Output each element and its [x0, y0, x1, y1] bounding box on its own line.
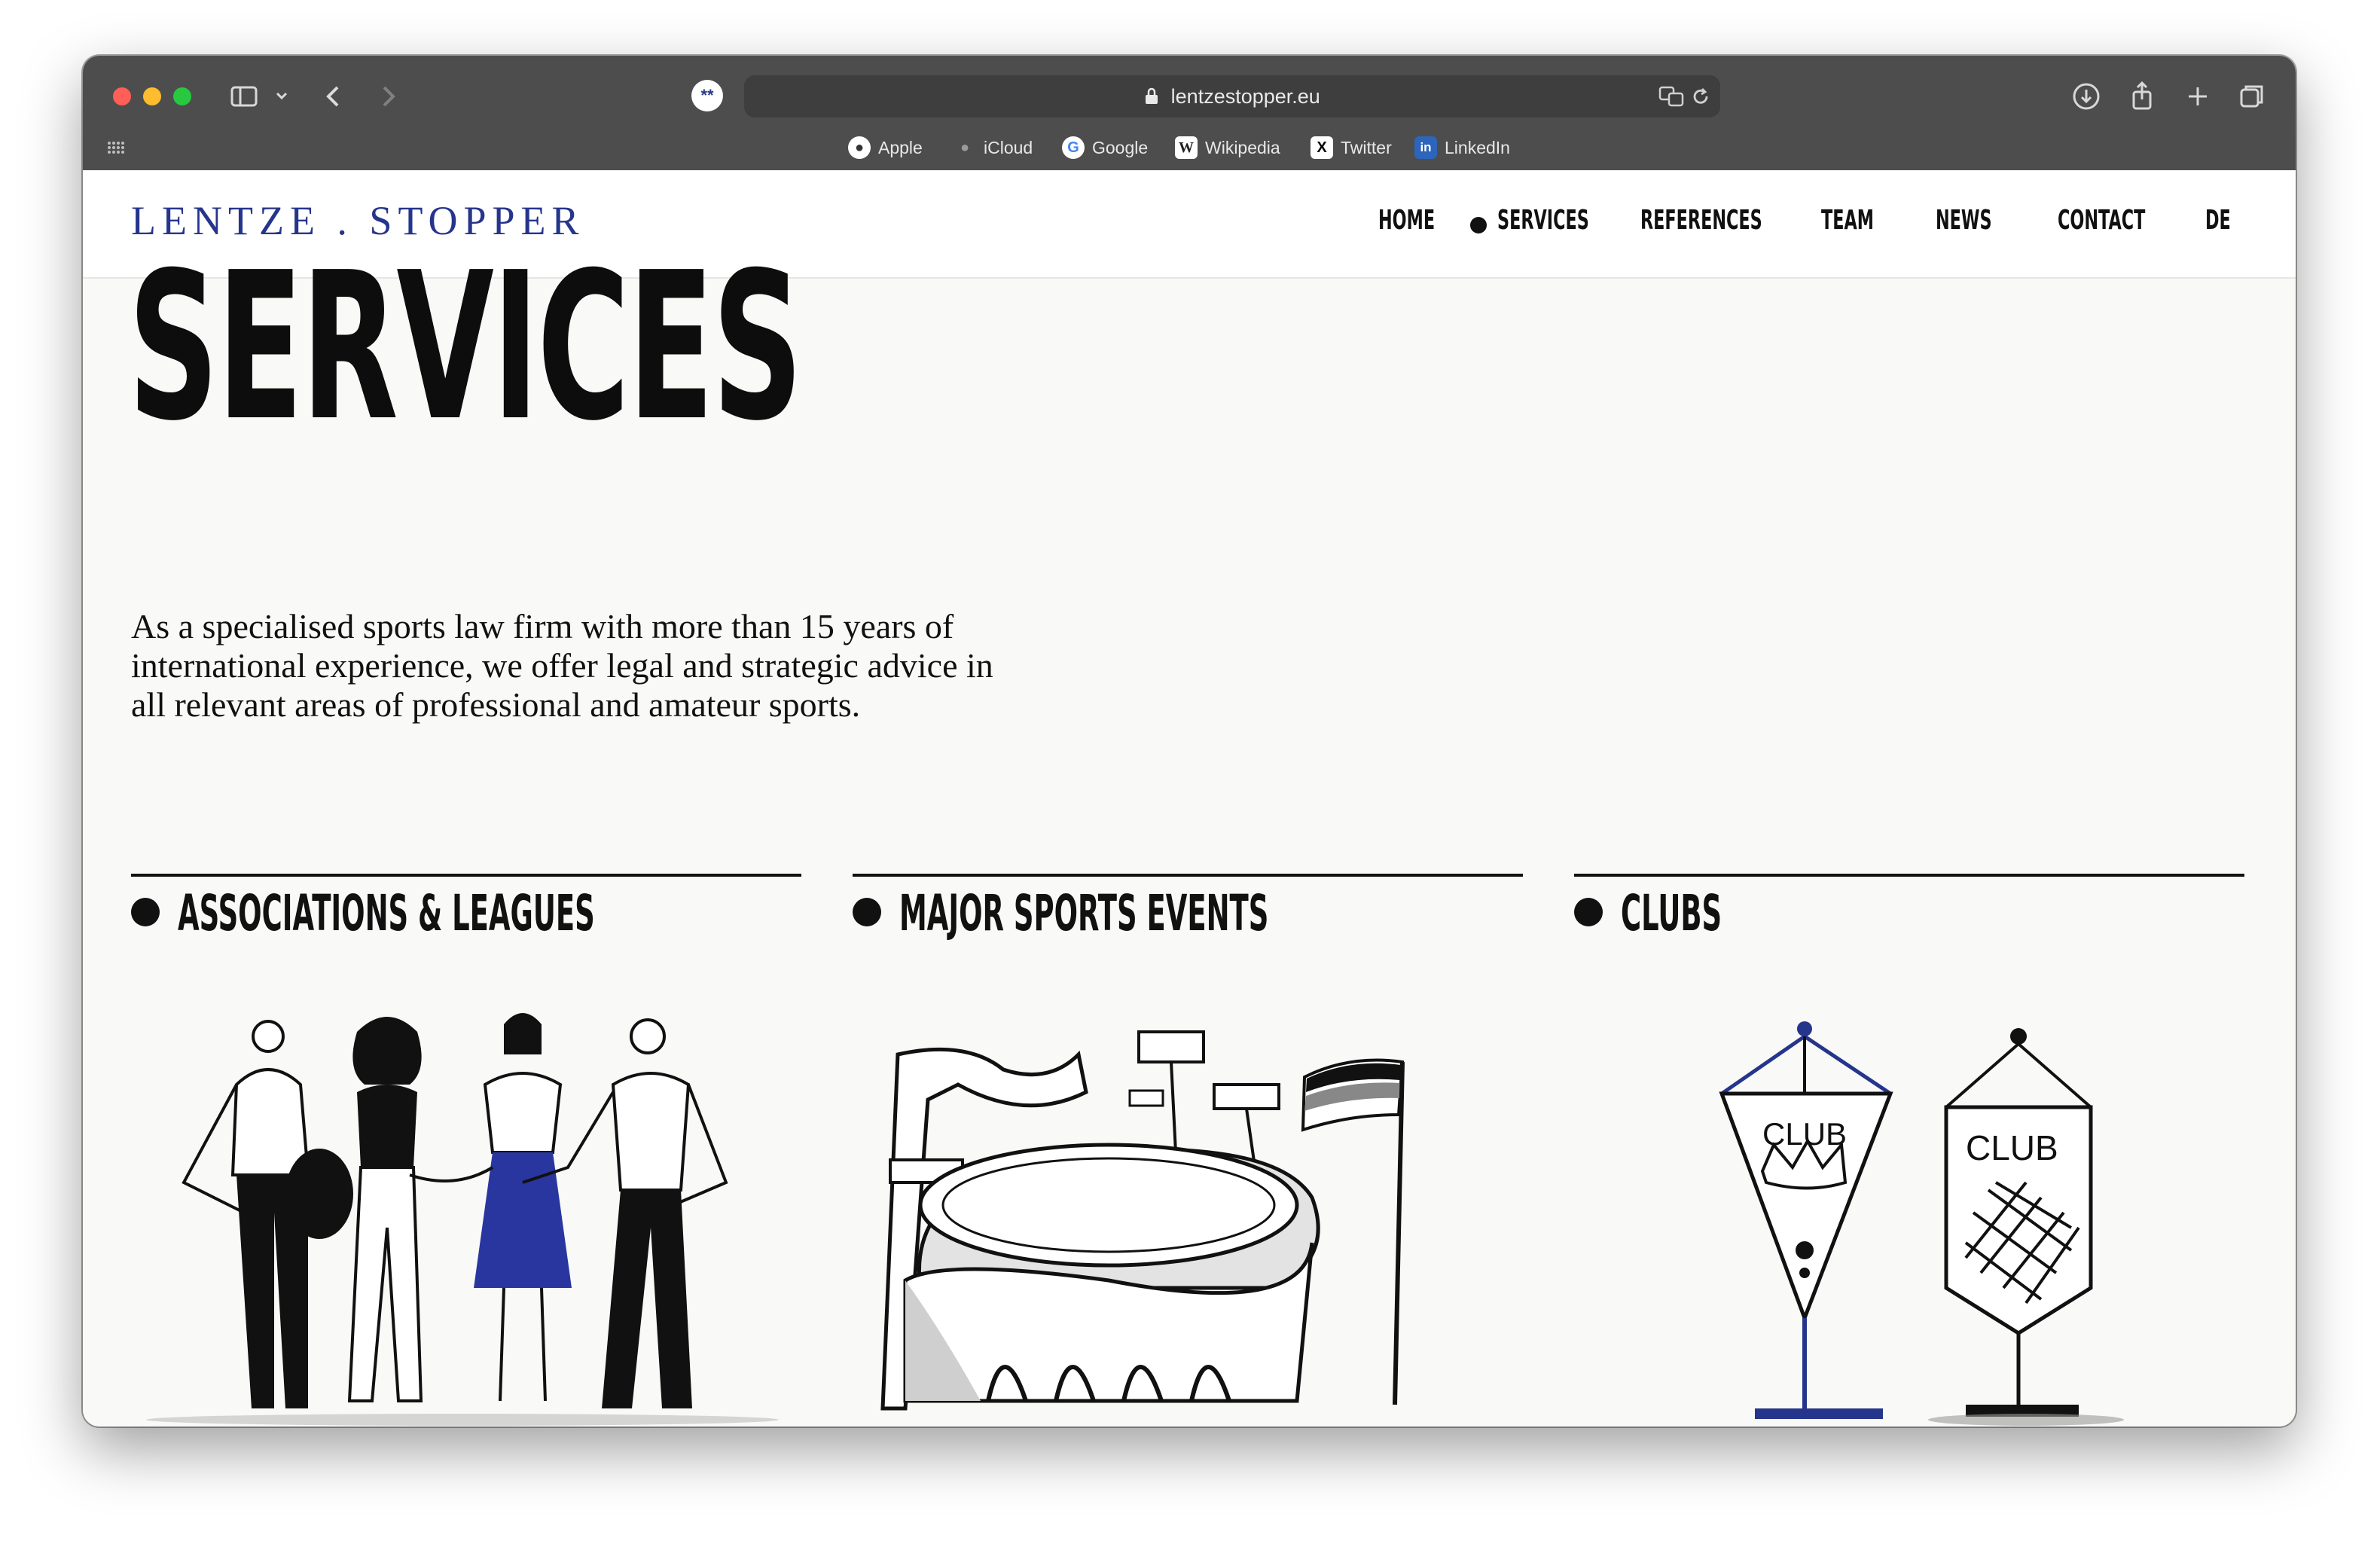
- chevron-down-icon[interactable]: [264, 78, 300, 114]
- nav-services[interactable]: SERVICES: [1497, 205, 1589, 236]
- wikipedia-icon: W: [1175, 136, 1198, 159]
- card-title[interactable]: MAJOR SPORTS EVENTS: [899, 884, 1268, 942]
- url-text: lentzestopper.eu: [744, 75, 1720, 117]
- nav-references[interactable]: REFERENCES: [1640, 205, 1762, 236]
- google-icon: G: [1062, 136, 1085, 159]
- bullet-dot: [853, 898, 881, 926]
- icloud-icon: ●: [960, 139, 970, 156]
- favorites-bar: ● Apple ● iCloud G Google W Wikipedia X …: [83, 130, 2296, 166]
- site-favicon: **: [691, 80, 723, 111]
- minimize-window-button[interactable]: [143, 87, 161, 105]
- bookmark-wikipedia[interactable]: W Wikipedia: [1175, 134, 1280, 161]
- address-bar[interactable]: lentzestopper.eu: [744, 75, 1720, 117]
- grid-icon[interactable]: [107, 140, 127, 155]
- sidebar-icon[interactable]: [226, 78, 262, 114]
- new-tab-icon[interactable]: [2180, 78, 2216, 114]
- bookmark-google[interactable]: G Google: [1062, 134, 1148, 161]
- nav-language-de[interactable]: DE: [2205, 205, 2231, 236]
- bookmark-icloud[interactable]: ● iCloud: [954, 134, 1033, 161]
- browser-window: ** lentzestopper.eu ● Apple ● iCloud G G…: [83, 56, 2296, 1427]
- service-card-major-events[interactable]: MAJOR SPORTS EVENTS: [853, 874, 1523, 1427]
- tab-overview-icon[interactable]: [2234, 78, 2270, 114]
- card-divider: [853, 874, 1523, 877]
- forward-icon[interactable]: [369, 78, 405, 114]
- service-card-clubs[interactable]: CLUBS CLUB CLUB: [1574, 874, 2244, 1427]
- share-icon[interactable]: [2124, 78, 2160, 114]
- nav-home[interactable]: HOME: [1378, 205, 1435, 236]
- card-title[interactable]: ASSOCIATIONS & LEAGUES: [178, 884, 595, 942]
- bullet-dot: [131, 898, 160, 926]
- nav-active-dot: [1470, 217, 1487, 233]
- linkedin-icon: in: [1414, 136, 1437, 159]
- service-card-associations[interactable]: ASSOCIATIONS & LEAGUES: [131, 874, 801, 1427]
- web-page: LENTZE . STOPPER HOME SERVICES REFERENCE…: [83, 170, 2296, 1427]
- lock-icon: [1144, 85, 1171, 108]
- x-icon: X: [1311, 136, 1333, 159]
- bullet-dot: [1574, 898, 1603, 926]
- intro-text: As a specialised sports law firm with mo…: [131, 607, 993, 724]
- translate-icon[interactable]: [1658, 84, 1686, 108]
- bookmark-apple[interactable]: ● Apple: [848, 134, 923, 161]
- nav-contact[interactable]: CONTACT: [2058, 205, 2145, 236]
- card-title[interactable]: CLUBS: [1621, 884, 1722, 942]
- stadium-illustration: [853, 1002, 1523, 1427]
- card-divider: [131, 874, 801, 877]
- browser-toolbar: ** lentzestopper.eu ● Apple ● iCloud G G…: [83, 56, 2296, 170]
- back-icon[interactable]: [316, 78, 352, 114]
- bookmark-twitter[interactable]: X Twitter: [1311, 134, 1392, 161]
- card-divider: [1574, 874, 2244, 877]
- nav-team[interactable]: TEAM: [1821, 205, 1874, 236]
- reload-icon[interactable]: [1689, 84, 1713, 108]
- page-title: SERVICES: [128, 228, 803, 465]
- club-pennants-illustration: CLUB CLUB: [1574, 1002, 2244, 1427]
- pennant-text-1: CLUB: [1762, 1116, 1847, 1152]
- people-group-illustration: [131, 1002, 801, 1427]
- bookmark-linkedin[interactable]: in LinkedIn: [1414, 134, 1510, 161]
- zoom-window-button[interactable]: [173, 87, 191, 105]
- downloads-icon[interactable]: [2068, 78, 2104, 114]
- apple-icon: ●: [848, 136, 871, 159]
- close-window-button[interactable]: [113, 87, 131, 105]
- pennant-text-2: CLUB: [1966, 1128, 2058, 1167]
- nav-news[interactable]: NEWS: [1936, 205, 1992, 236]
